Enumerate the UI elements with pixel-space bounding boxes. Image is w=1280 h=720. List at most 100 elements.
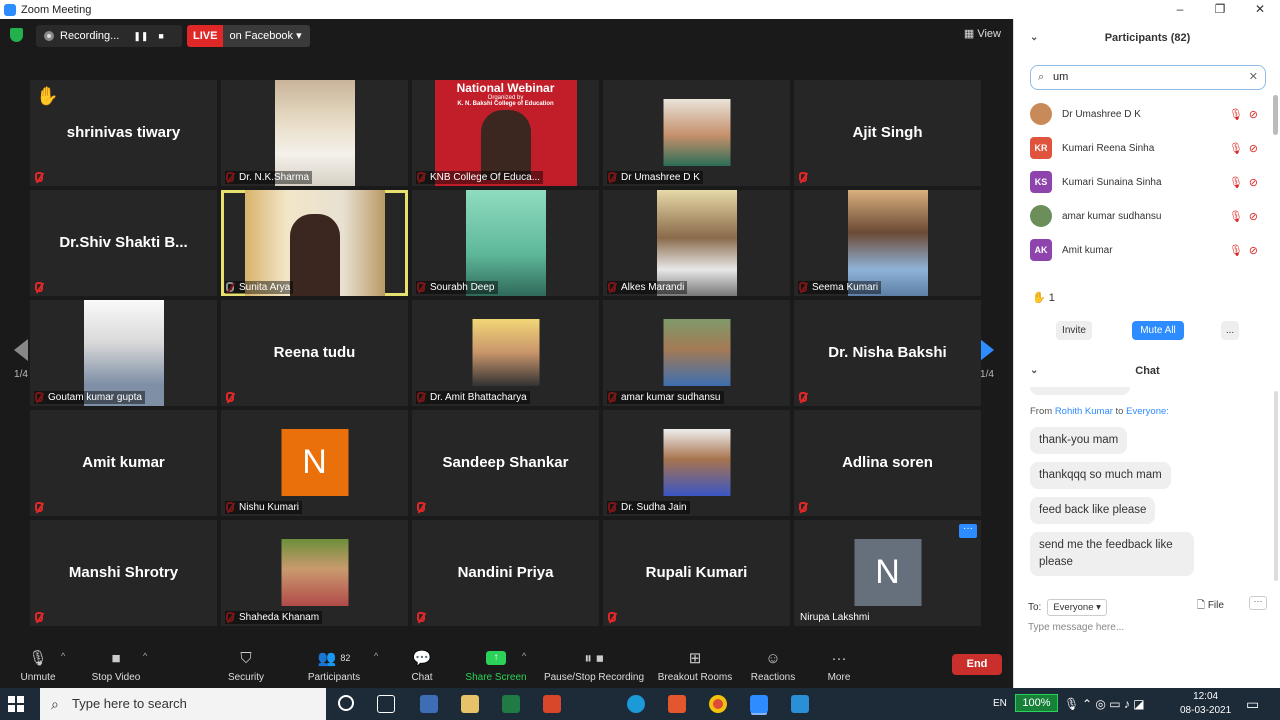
minimize-button[interactable]: – — [1160, 0, 1200, 19]
app-icon[interactable] — [420, 695, 438, 713]
video-tile[interactable]: Dr. Sudha Jain — [603, 410, 790, 516]
participant-row[interactable]: Dr Umashree D K 🎙⊘ — [1030, 97, 1266, 131]
live-stream-indicator[interactable]: LIVE on Facebook ▾ — [187, 25, 310, 47]
reactions-button[interactable]: ☺ Reactions — [748, 648, 798, 684]
chat-scrollbar[interactable] — [1274, 391, 1278, 581]
video-tile[interactable]: Amit kumar — [30, 410, 217, 516]
video-tile[interactable]: Seema Kumari — [794, 190, 981, 296]
video-tile[interactable]: Dr Umashree D K — [603, 80, 790, 186]
participant-list-scrollbar[interactable] — [1273, 95, 1278, 135]
participant-avatar: KR — [1030, 137, 1052, 159]
video-tile[interactable]: Manshi Shrotry — [30, 520, 217, 626]
taskbar-search-box[interactable]: ⌕ Type here to search — [40, 688, 326, 720]
video-tile[interactable]: Sourabh Deep — [412, 190, 599, 296]
muted-mic-icon — [417, 612, 425, 622]
participant-row[interactable]: KS Kumari Sunaina Sinha 🎙⊘ — [1030, 165, 1266, 199]
clear-search-icon[interactable]: ✕ — [1249, 66, 1258, 89]
from-prefix: From — [1030, 406, 1053, 417]
participant-row[interactable]: amar kumar sudhansu 🎙⊘ — [1030, 199, 1266, 233]
encryption-shield-icon[interactable] — [10, 28, 23, 42]
muted-mic-icon — [608, 612, 616, 622]
microphone-tray-icon[interactable]: 🎙 — [1064, 688, 1079, 720]
language-indicator[interactable]: EN — [993, 688, 1007, 720]
chat-button[interactable]: 💬 Chat — [404, 648, 440, 683]
date: 08-03-2021 — [1180, 705, 1232, 716]
share-caret-icon[interactable]: ^ — [522, 651, 526, 661]
excel-icon[interactable] — [502, 695, 520, 713]
video-tile[interactable]: Goutam kumar gupta — [30, 300, 217, 406]
invite-button[interactable]: Invite — [1056, 321, 1092, 340]
active-speaker-tile[interactable]: Sunita Arya — [221, 190, 408, 296]
stop-recording-icon[interactable]: ■ — [158, 31, 163, 41]
breakout-rooms-button[interactable]: ⊞ Breakout Rooms — [656, 648, 734, 683]
pdf-icon[interactable] — [543, 695, 561, 713]
tile-more-button[interactable]: ··· — [959, 524, 977, 538]
participant-label: Seema Kumari — [798, 281, 882, 294]
video-tile[interactable]: Ajit Singh — [794, 80, 981, 186]
video-tile[interactable]: Rupali Kumari — [603, 520, 790, 626]
sender-name[interactable]: Rohith Kumar — [1055, 406, 1113, 417]
video-tile[interactable]: Dr. Amit Bhattacharya — [412, 300, 599, 406]
live-target-dropdown[interactable]: on Facebook ▾ — [223, 25, 310, 47]
file-button[interactable]: 🗋 File — [1197, 598, 1224, 615]
chat-message-sender: From Rohith Kumar to Everyone: — [1030, 406, 1169, 417]
pause-stop-recording-button[interactable]: ⏸ ⏹ Pause/Stop Recording — [542, 648, 646, 684]
participant-name: Adlina soren — [842, 454, 933, 471]
video-tile[interactable]: Adlina soren — [794, 410, 981, 516]
view-button[interactable]: ▦ View — [964, 27, 1001, 40]
cortana-icon[interactable] — [338, 695, 354, 711]
unmute-button[interactable]: 🎙 Unmute — [18, 648, 58, 683]
clock[interactable]: 12:04 08-03-2021 — [1180, 690, 1231, 718]
collapse-chevron-icon[interactable]: ⌄ — [1030, 19, 1038, 57]
participant-photo — [663, 429, 730, 496]
video-tile[interactable]: National Webinar Organized by K. N. Baks… — [412, 80, 599, 186]
video-tile[interactable]: amar kumar sudhansu — [603, 300, 790, 406]
video-tile[interactable]: ··· N Nirupa Lakshmi — [794, 520, 981, 626]
task-view-icon[interactable] — [377, 695, 395, 713]
video-tile[interactable]: ✋ shrinivas tiwary — [30, 80, 217, 186]
recipient-dropdown[interactable]: Everyone ▾ — [1047, 599, 1107, 616]
close-button[interactable]: ✕ — [1240, 0, 1280, 19]
video-tile[interactable]: Alkes Marandi — [603, 190, 790, 296]
stop-video-button[interactable]: ■ Stop Video — [88, 648, 144, 684]
store-icon[interactable] — [461, 695, 479, 713]
zoom-logo-icon — [4, 3, 16, 16]
collapse-chevron-icon[interactable]: ⌄ — [1030, 359, 1038, 383]
notifications-icon[interactable]: ▭ — [1246, 688, 1259, 720]
more-button[interactable]: ··· More — [820, 648, 858, 684]
tray-icons[interactable]: ⌃ ◎ ▭ ♪ ◪ — [1082, 688, 1145, 720]
participant-search-input[interactable]: ⌕ um ✕ — [1030, 65, 1266, 90]
office-icon[interactable] — [668, 695, 686, 713]
mute-all-button[interactable]: Mute All — [1132, 321, 1184, 340]
end-meeting-button[interactable]: End — [952, 654, 1002, 675]
video-tile[interactable]: Sandeep Shankar — [412, 410, 599, 516]
edge-icon[interactable] — [627, 695, 645, 713]
pause-recording-icon[interactable]: ❚❚ — [133, 31, 148, 42]
video-tile[interactable]: N Nishu Kumari — [221, 410, 408, 516]
audio-options-caret-icon[interactable]: ^ — [61, 651, 65, 661]
share-screen-button[interactable]: ↑ Share Screen — [464, 648, 528, 683]
chat-more-button[interactable]: ··· — [1249, 596, 1267, 610]
chrome-icon[interactable] — [709, 695, 727, 713]
video-tile[interactable]: Dr.Shiv Shakti B... — [30, 190, 217, 296]
app-icon[interactable] — [791, 695, 809, 713]
windows-start-icon[interactable] — [8, 696, 24, 712]
video-tile[interactable]: Dr. Nisha Bakshi — [794, 300, 981, 406]
participants-button[interactable]: 👥 82 Participants — [304, 648, 364, 683]
participant-label: Nirupa Lakshmi — [800, 612, 870, 623]
prev-page-button[interactable]: 1/4 — [14, 339, 28, 380]
battery-indicator[interactable]: 100% — [1015, 694, 1058, 712]
video-tile[interactable]: Dr. N.K.Sharma — [221, 80, 408, 186]
video-options-caret-icon[interactable]: ^ — [143, 651, 147, 661]
participant-row[interactable]: KR Kumari Reena Sinha 🎙⊘ — [1030, 131, 1266, 165]
participant-row[interactable]: AK Amit kumar 🎙⊘ — [1030, 233, 1266, 267]
chat-message-input[interactable]: Type message here... — [1028, 622, 1124, 633]
video-tile[interactable]: Shaheda Khanam — [221, 520, 408, 626]
zoom-taskbar-icon[interactable] — [750, 695, 768, 713]
security-button[interactable]: ⛉ Security — [224, 648, 268, 684]
video-tile[interactable]: Nandini Priya — [412, 520, 599, 626]
maximize-button[interactable]: ❐ — [1200, 0, 1240, 19]
participants-caret-icon[interactable]: ^ — [374, 651, 378, 661]
video-tile[interactable]: Reena tudu — [221, 300, 408, 406]
participants-more-button[interactable]: ... — [1221, 321, 1239, 340]
